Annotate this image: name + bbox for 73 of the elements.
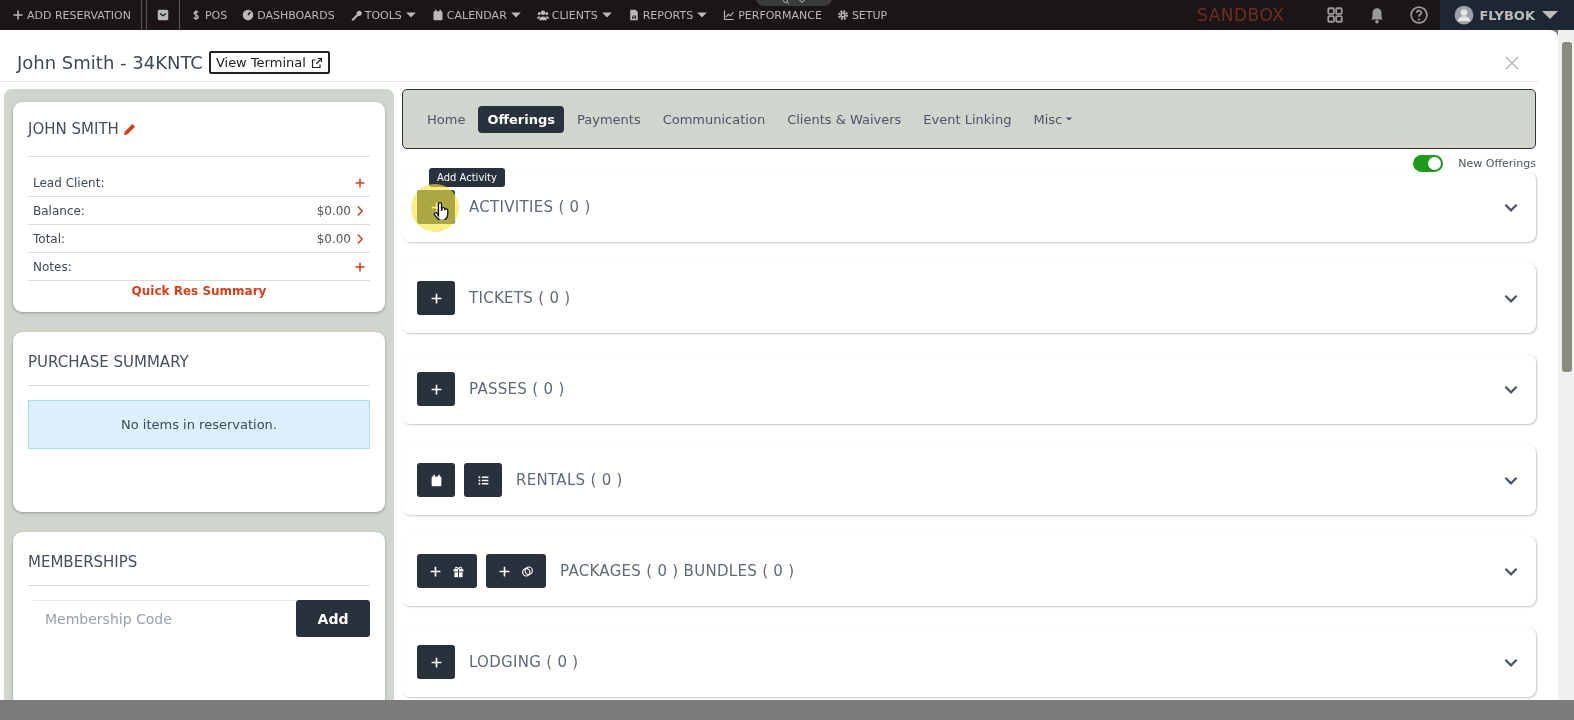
add-button[interactable]: Add [296, 600, 370, 637]
gauge-icon [242, 9, 255, 21]
section-title: RENTALS ( 0 ) [516, 471, 623, 489]
wrench-icon [349, 9, 362, 21]
list-icon [476, 473, 490, 487]
envelope-icon [156, 9, 169, 21]
plus-icon [354, 176, 366, 189]
client-name: JOHN SMITH [28, 120, 119, 138]
users-icon [536, 9, 549, 21]
environment-label: SANDBOX [1197, 5, 1285, 25]
account-menu[interactable]: FLYBOK [1440, 0, 1574, 30]
field-label: Notes: [33, 259, 72, 274]
section-title: TICKETS ( 0 ) [469, 289, 571, 307]
rings-icon [521, 564, 534, 578]
document-icon [627, 9, 640, 21]
nav-item[interactable]: TOOLS [345, 0, 428, 30]
nav-item[interactable]: SETUP [832, 0, 899, 30]
section-title: ACTIVITIES ( 0 ) [469, 198, 591, 216]
plus-icon [12, 9, 24, 21]
field-label: Total: [33, 231, 66, 246]
tab[interactable]: Home [418, 105, 475, 133]
add-button[interactable] [486, 554, 546, 588]
toggle-switch[interactable] [1413, 155, 1444, 172]
section-title: LODGING ( 0 ) [469, 653, 579, 671]
grid-icon [1326, 6, 1345, 24]
plus-icon [429, 382, 443, 396]
add-button[interactable] [464, 463, 502, 497]
section-title: PACKAGES ( 0 ) BUNDLES ( 0 ) [560, 562, 795, 580]
nav-item[interactable]: REPORTS [623, 0, 720, 30]
card-title: PURCHASE SUMMARY [28, 350, 370, 386]
add-button[interactable] [417, 554, 477, 588]
field-label: Balance: [33, 203, 85, 218]
field-value: $0.00 [316, 231, 351, 246]
nav-item[interactable]: DASHBOARDS [238, 0, 346, 30]
modal-title: John Smith - 34KNTC [17, 52, 203, 73]
field-value: $0.00 [316, 203, 351, 218]
field-label: Lead Client: [33, 175, 105, 190]
tooltip: Add Activity [429, 168, 505, 187]
tab[interactable]: Event Linking [914, 105, 1021, 133]
scrollbar[interactable] [1558, 30, 1574, 700]
calendar-icon [431, 9, 444, 21]
tab[interactable]: Misc [1024, 105, 1083, 133]
plus-icon [429, 291, 443, 305]
card-title: MEMBERSHIPS [28, 550, 370, 586]
close-icon [1504, 54, 1520, 71]
quick-res-summary-link[interactable]: Quick Res Summary [28, 281, 370, 298]
toggle-label: New Offerings [1458, 157, 1536, 170]
plus-icon [429, 564, 442, 578]
external-link-icon [310, 56, 323, 69]
plus-icon [354, 260, 366, 273]
plus-icon [429, 655, 443, 669]
calendar-icon [429, 473, 443, 487]
section-title: PASSES ( 0 ) [469, 380, 565, 398]
help-icon [1410, 6, 1429, 24]
line-chart-icon [723, 9, 736, 21]
view-terminal-button[interactable]: View Terminal [208, 51, 330, 74]
cursor-highlight [411, 184, 459, 232]
add-button[interactable] [417, 463, 455, 497]
tab[interactable]: Clients & Waivers [778, 105, 911, 133]
edit-button[interactable] [121, 121, 137, 137]
tab[interactable]: Payments [567, 105, 650, 133]
settings-icon [836, 9, 849, 21]
tab[interactable]: Offerings [478, 105, 564, 133]
nav-item[interactable]: POS [185, 0, 239, 30]
avatar-icon [1454, 5, 1475, 25]
pencil-icon [121, 121, 137, 137]
nav-item[interactable]: PERFORMANCE [719, 0, 833, 30]
gift-icon [452, 564, 465, 578]
nav-item[interactable]: CLIENTS [532, 0, 624, 30]
empty-message: No items in reservation. [28, 400, 370, 449]
tab[interactable]: Communication [653, 105, 775, 133]
plus-icon [498, 564, 511, 578]
nav-item[interactable]: CALENDAR [427, 0, 533, 30]
